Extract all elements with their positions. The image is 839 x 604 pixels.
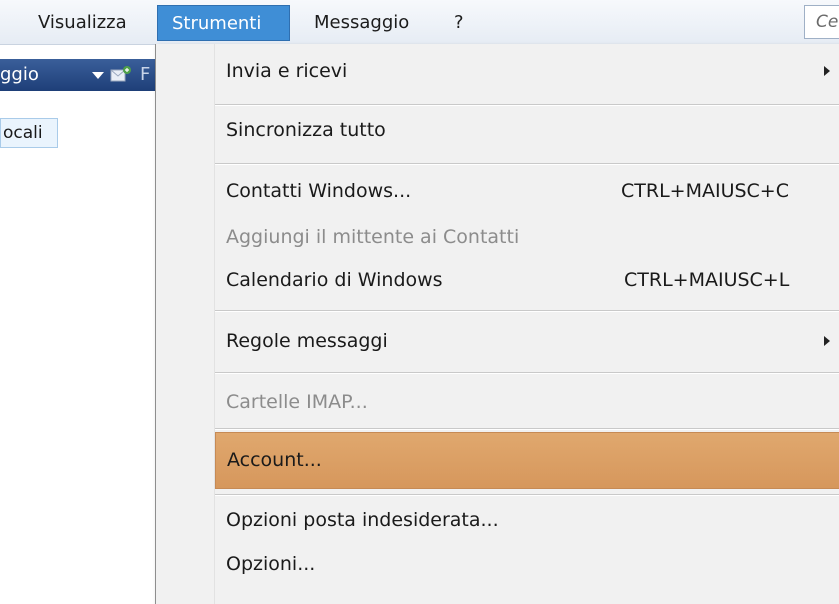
submenu-arrow-icon [824,66,830,76]
menu-item-cartelle-imap: Cartelle IMAP... [215,381,839,423]
menu-separator [215,310,839,312]
menu-item-calendario[interactable]: Calendario di Windows CTRL+MAIUSC+L [215,259,839,301]
menu-item-label: Calendario di Windows [226,269,443,291]
menu-item-invia-ricevi[interactable]: Invia e ricevi [215,50,839,92]
menu-item-account[interactable]: Account... [215,432,839,489]
folder-item-local[interactable]: ocali [0,118,58,148]
new-message-button[interactable]: ggio [0,62,39,88]
menu-item-shortcut: CTRL+MAIUSC+L [624,269,790,291]
menu-help[interactable]: ? [440,5,478,41]
menu-item-aggiungi-mittente: Aggiungi il mittente ai Contatti [215,216,839,258]
menu-item-label: Cartelle IMAP... [226,391,368,413]
menu-item-sincronizza[interactable]: Sincronizza tutto [215,109,839,151]
menu-separator [215,104,839,106]
menu-separator [215,494,839,496]
menu-item-contatti-windows[interactable]: Contatti Windows... CTRL+MAIUSC+C [215,170,839,212]
strumenti-dropdown-menu: Invia e ricevi Sincronizza tutto Contatt… [155,44,839,604]
menu-item-opzioni-posta-indesiderata[interactable]: Opzioni posta indesiderata... [215,499,839,541]
send-receive-icon[interactable] [110,65,132,83]
menu-separator [215,163,839,165]
menu-item-regole-messaggi[interactable]: Regole messaggi [215,320,839,362]
toolbar: ggio F [0,59,157,91]
menu-item-opzioni[interactable]: Opzioni... [215,543,839,585]
menu-item-label: Contatti Windows... [226,180,412,202]
menu-bar: Visualizza Strumenti Messaggio ? Ce [0,0,839,45]
menu-item-label: Sincronizza tutto [226,119,386,141]
menu-visualizza[interactable]: Visualizza [24,5,141,41]
menu-item-label: Regole messaggi [226,330,388,352]
menu-item-label: Opzioni... [226,553,316,575]
menu-separator [215,428,839,430]
menu-item-label: Invia e ricevi [226,60,348,82]
menu-item-label: Aggiungi il mittente ai Contatti [226,226,520,248]
menu-strumenti[interactable]: Strumenti [157,5,290,41]
menu-item-shortcut: CTRL+MAIUSC+C [621,180,789,202]
menu-separator [215,372,839,374]
chevron-down-icon[interactable] [92,72,104,79]
toolbar-label-fragment: F [140,64,151,85]
menu-messaggio[interactable]: Messaggio [300,5,423,41]
menu-item-label: Account... [227,449,322,471]
submenu-arrow-icon [824,336,830,346]
search-input[interactable]: Ce [804,5,839,39]
menu-item-label: Opzioni posta indesiderata... [226,509,499,531]
